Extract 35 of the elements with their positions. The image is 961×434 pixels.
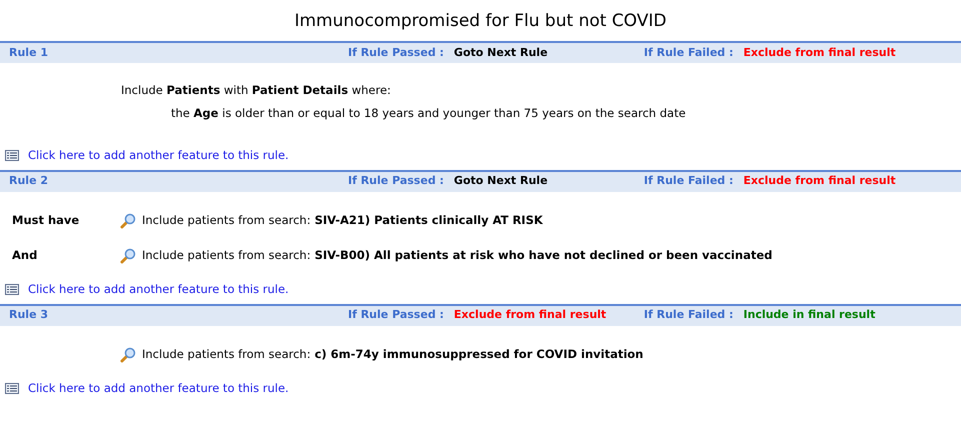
search-prefix: Include patients from search:	[142, 346, 311, 364]
magnifier-icon	[120, 248, 136, 264]
page-title: Immunocompromised for Flu but not COVID	[294, 10, 667, 33]
passed-label: If Rule Passed :	[348, 44, 444, 61]
magnifier-icon	[120, 347, 136, 363]
rule-name: Rule 3	[8, 307, 50, 324]
magnifier-icon	[120, 213, 136, 229]
rule-name: Rule 1	[8, 44, 50, 61]
passed-action: Exclude from final result	[454, 307, 608, 324]
passed-label: If Rule Passed :	[348, 173, 444, 190]
qualifier-label: And	[12, 248, 38, 262]
search-name: SIV-A21) Patients clinically AT RISK	[314, 212, 543, 230]
passed-action: Goto Next Rule	[454, 173, 549, 190]
failed-action: Exclude from final result	[743, 44, 896, 61]
failed-label: If Rule Failed :	[644, 307, 734, 324]
search-name: c) 6m-74y immunosuppressed for COVID invitation	[314, 346, 644, 364]
list-icon	[5, 284, 19, 295]
list-icon	[5, 150, 19, 161]
failed-action: Include in final result	[743, 307, 876, 324]
criteria-text: Include Patients with Patient Details where:	[121, 82, 392, 99]
criteria-text: the Age is older than or equal to 18 years and younger than 75 years on the search date	[170, 105, 687, 122]
failed-action: Exclude from final result	[743, 173, 896, 190]
failed-label: If Rule Failed :	[644, 173, 734, 190]
add-feature-link[interactable]: Click here to add another feature to this rule.	[28, 380, 289, 398]
add-feature-link[interactable]: Click here to add another feature to this rule.	[28, 280, 289, 298]
failed-label: If Rule Failed :	[644, 44, 734, 61]
search-prefix: Include patients from search:	[142, 212, 311, 230]
add-feature-link[interactable]: Click here to add another feature to this rule.	[28, 146, 289, 164]
search-prefix: Include patients from search:	[142, 247, 311, 264]
rule-name: Rule 2	[8, 173, 50, 190]
qualifier-label: Must have	[12, 213, 80, 228]
list-icon	[5, 383, 19, 394]
search-name: SIV-B00) All patients at risk who have not declined or been vaccinated	[314, 247, 772, 264]
passed-action: Goto Next Rule	[454, 44, 549, 61]
passed-label: If Rule Passed :	[348, 307, 444, 324]
